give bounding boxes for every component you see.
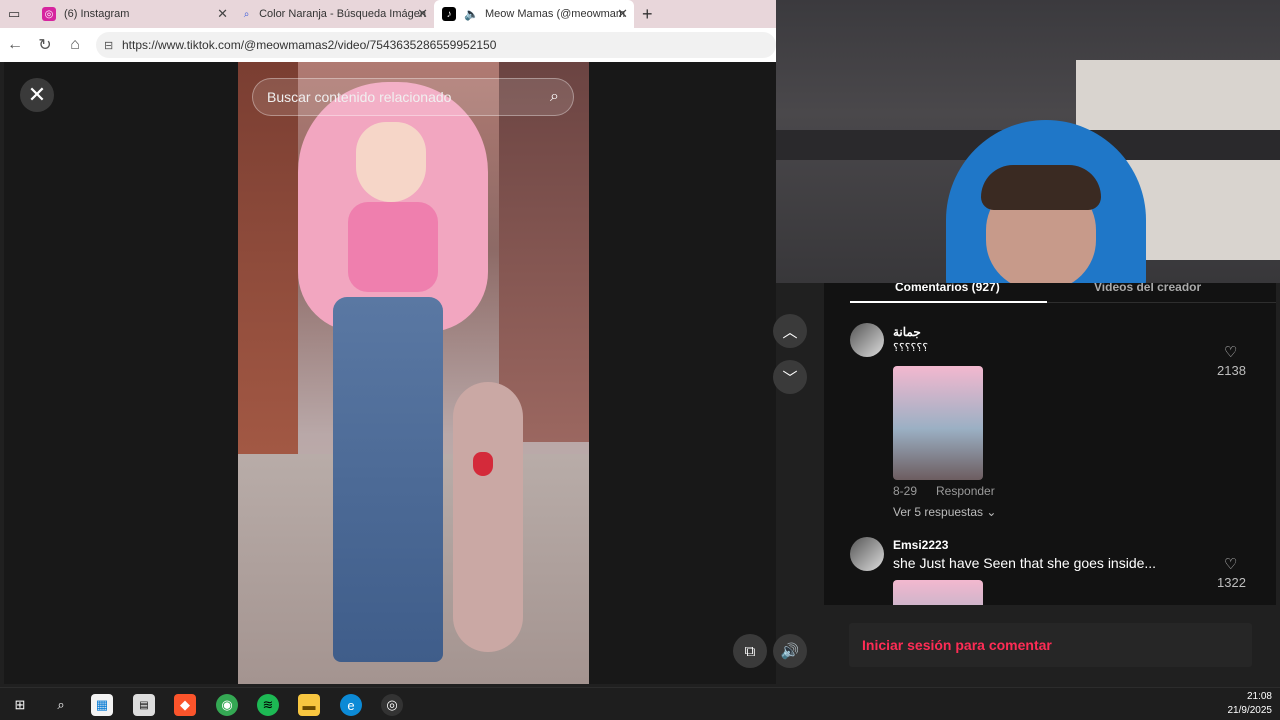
- close-icon: ✕: [27, 82, 47, 107]
- volume-button[interactable]: 🔊: [773, 634, 807, 668]
- clock-date: 21/9/2025: [1227, 705, 1273, 716]
- comment-username[interactable]: Emsi2223: [893, 538, 948, 552]
- tab-search-images[interactable]: ⌕ Color Naranja - Búsqueda Imágen ✕: [234, 0, 434, 28]
- obs-icon[interactable]: ◎: [381, 694, 403, 716]
- plus-icon: +: [642, 3, 653, 24]
- search-icon: ⌕: [243, 8, 250, 20]
- spotify-icon[interactable]: ≋: [257, 694, 279, 716]
- folder-icon[interactable]: ▬: [298, 694, 320, 716]
- comment-image[interactable]: [893, 580, 983, 605]
- store-icon[interactable]: ▦: [91, 694, 113, 716]
- home-icon: ⌂: [70, 36, 80, 53]
- comments-panel: Comentarios (927) Videos del creador جما…: [824, 283, 1276, 605]
- search-icon[interactable]: ⌕: [50, 694, 72, 716]
- login-label: Iniciar sesión para comentar: [862, 637, 1052, 653]
- system-clock[interactable]: 21:08 21/9/2025: [1228, 690, 1273, 718]
- comment-text: she Just have Seen that she goes inside.…: [893, 555, 1157, 571]
- close-tab-icon[interactable]: ✕: [617, 6, 628, 22]
- tiktok-icon: ♪: [442, 7, 456, 21]
- home-button[interactable]: ⌂: [60, 36, 90, 54]
- taskbar: ⊞ ⌕ ▦ ▤ ◆ ◉ ≋ ▬ e ◎ 21:08 21/9/2025: [0, 687, 1280, 720]
- heart-icon[interactable]: ♡: [1224, 343, 1237, 361]
- instagram-icon: ◎: [42, 7, 56, 21]
- url-field[interactable]: ⊟ https://www.tiktok.com/@meowmamas2/vid…: [96, 32, 776, 58]
- search-placeholder: Buscar contenido relacionado: [267, 89, 452, 105]
- tab-actions-button[interactable]: ▭: [0, 0, 34, 28]
- tab-label: (6) Instagram: [64, 8, 130, 20]
- login-to-comment-button[interactable]: Iniciar sesión para comentar: [849, 623, 1252, 667]
- background-building-left: [238, 62, 298, 482]
- chevron-up-icon: ︿: [782, 323, 798, 341]
- avatar[interactable]: [850, 323, 884, 357]
- strawberry-icon: [473, 452, 493, 476]
- volume-icon: 🔊: [780, 643, 800, 660]
- related-search-input[interactable]: Buscar contenido relacionado ⌕: [252, 78, 574, 116]
- calculator-icon[interactable]: ▤: [133, 694, 155, 716]
- clock-time: 21:08: [1246, 691, 1272, 702]
- character-jeans: [333, 297, 443, 662]
- comment-date: 8-29: [893, 484, 918, 498]
- miniplayer-button[interactable]: ⧉: [733, 634, 767, 668]
- previous-video-button[interactable]: ︿: [773, 314, 807, 348]
- close-tab-icon[interactable]: ✕: [417, 6, 428, 22]
- reload-icon: ↻: [38, 37, 52, 54]
- search-icon[interactable]: ⌕: [550, 88, 559, 106]
- windows-start-icon[interactable]: ⊞: [9, 694, 31, 716]
- tab-label: Color Naranja - Búsqueda Imágen: [259, 8, 426, 20]
- url-text: https://www.tiktok.com/@meowmamas2/video…: [122, 38, 497, 52]
- chrome-icon[interactable]: ◉: [216, 694, 238, 716]
- browser-tab-bar: ▭ ◎ (6) Instagram ✕ ⌕ Color Naranja - Bú…: [0, 0, 776, 28]
- back-button[interactable]: ←: [0, 36, 30, 54]
- edge-icon[interactable]: e: [340, 694, 362, 716]
- speaker-icon: 🔈: [464, 7, 479, 21]
- tab-label: Meow Mamas (@meowmam: [484, 8, 626, 20]
- active-tab-underline: [850, 301, 1047, 303]
- like-count: 1322: [1217, 575, 1246, 590]
- view-replies-button[interactable]: Ver 5 respuestas ⌄: [893, 505, 996, 519]
- comment-username[interactable]: جمانة: [893, 325, 921, 339]
- next-video-button[interactable]: ﹀: [773, 360, 807, 394]
- brave-icon[interactable]: ◆: [174, 694, 196, 716]
- close-video-button[interactable]: ✕: [20, 78, 54, 112]
- tab-instagram[interactable]: ◎ (6) Instagram ✕: [34, 0, 234, 28]
- video-player[interactable]: [238, 62, 589, 684]
- video-viewer: Buscar contenido relacionado ⌕ ✕ ︿ ﹀ ⧉ 🔊: [4, 62, 807, 684]
- sphynx-cat: [453, 382, 523, 652]
- comment-text: ؟؟؟؟؟؟: [893, 342, 929, 354]
- heart-icon[interactable]: ♡: [1224, 555, 1237, 573]
- character-top: [348, 202, 438, 292]
- reply-button[interactable]: Responder: [936, 484, 995, 498]
- like-count: 2138: [1217, 363, 1246, 378]
- comment-image[interactable]: [893, 366, 983, 480]
- tab-actions-icon: ▭: [8, 6, 21, 21]
- miniplayer-icon: ⧉: [744, 642, 756, 660]
- tab-creator-videos[interactable]: Videos del creador: [1094, 283, 1201, 294]
- address-bar-row: ← ↻ ⌂ ⊟ https://www.tiktok.com/@meowmama…: [0, 28, 776, 62]
- site-info-icon[interactable]: ⊟: [104, 39, 113, 52]
- webcam-person-hair: [981, 165, 1101, 210]
- tab-tiktok[interactable]: ♪ 🔈 Meow Mamas (@meowmam ✕: [434, 0, 634, 28]
- close-tab-icon[interactable]: ✕: [217, 6, 228, 22]
- comments-tabs: Comentarios (927) Videos del creador: [850, 283, 1276, 303]
- chevron-down-icon: ﹀: [782, 369, 798, 387]
- new-tab-button[interactable]: +: [634, 0, 664, 28]
- avatar[interactable]: [850, 537, 884, 571]
- webcam-overlay: [776, 0, 1280, 283]
- character-face: [356, 122, 426, 202]
- arrow-left-icon: ←: [7, 36, 23, 53]
- background-building-right: [499, 62, 589, 442]
- reload-button[interactable]: ↻: [30, 35, 60, 55]
- tab-comments[interactable]: Comentarios (927): [895, 283, 1000, 294]
